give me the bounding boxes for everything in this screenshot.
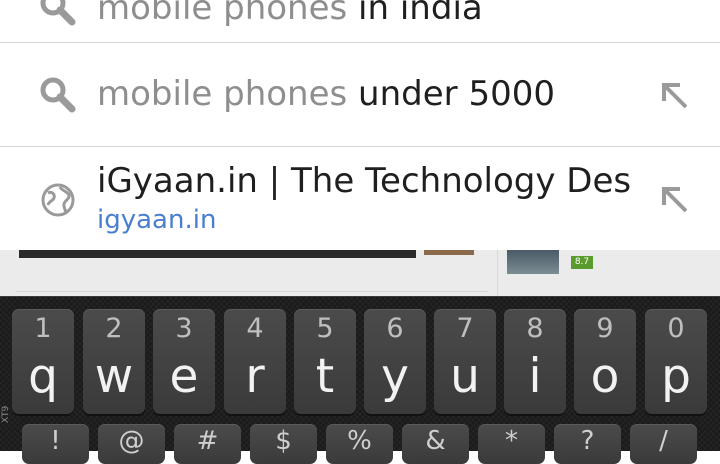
- suggestion-query-suffix: under 5000: [347, 74, 555, 114]
- key-percent[interactable]: %: [326, 424, 393, 464]
- suggestion-row-website[interactable]: iGyaan.in | The Technology Destir igyaan…: [0, 147, 720, 250]
- key-symbol: %: [347, 426, 372, 456]
- key-hash[interactable]: #: [174, 424, 241, 464]
- divider: [497, 250, 498, 296]
- key-symbol: /: [659, 426, 668, 456]
- key-symbol: &: [425, 426, 446, 456]
- key-letter: u: [450, 349, 480, 404]
- key-letter: p: [661, 349, 691, 404]
- key-symbol: @: [118, 426, 145, 456]
- suggestion-query-suffix: in india: [347, 0, 483, 28]
- key-slash[interactable]: /: [630, 424, 697, 464]
- search-icon: [40, 77, 76, 117]
- key-symbol: #: [196, 426, 219, 456]
- page-image: [19, 250, 416, 258]
- rating-badge: 8.7: [571, 256, 593, 269]
- key-dollar[interactable]: $: [250, 424, 317, 464]
- keyboard-mode-label: XT9: [1, 405, 11, 423]
- key-ampersand[interactable]: &: [402, 424, 469, 464]
- key-number: 9: [596, 313, 614, 344]
- insert-query-arrow-icon[interactable]: [658, 79, 692, 117]
- key-at[interactable]: @: [98, 424, 165, 464]
- key-letter: y: [381, 349, 409, 404]
- key-number: 7: [456, 313, 474, 344]
- key-symbol: *: [505, 426, 518, 456]
- key-number: 3: [175, 313, 193, 344]
- key-q[interactable]: 1q: [12, 309, 74, 414]
- key-symbol: !: [50, 426, 61, 456]
- suggestion-query-prefix: mobile phones: [97, 0, 348, 28]
- divider: [16, 291, 488, 292]
- key-symbol: ?: [580, 426, 595, 456]
- key-letter: w: [94, 349, 134, 404]
- key-letter: q: [28, 349, 58, 404]
- key-t[interactable]: 5t: [294, 309, 356, 414]
- key-number: 8: [526, 313, 544, 344]
- key-letter: e: [169, 349, 199, 404]
- suggestion-query-prefix: mobile phones: [97, 74, 348, 114]
- key-letter: t: [315, 349, 335, 404]
- key-number: 0: [667, 313, 685, 344]
- key-number: 4: [246, 313, 264, 344]
- suggestion-row[interactable]: mobile phones in india: [0, 0, 720, 43]
- key-r[interactable]: 4r: [224, 309, 286, 414]
- key-number: 5: [316, 313, 334, 344]
- key-number: 2: [105, 313, 123, 344]
- search-icon: [40, 0, 76, 30]
- suggestion-title: iGyaan.in | The Technology Destir: [97, 161, 632, 201]
- suggestion-list: mobile phones in india mobile phones und…: [0, 0, 720, 250]
- suggestion-url: igyaan.in: [97, 205, 217, 235]
- chevron-down-icon[interactable]: [658, 0, 698, 10]
- page-thumbnail: [507, 250, 559, 274]
- key-number: 1: [34, 313, 52, 344]
- key-letter: i: [528, 349, 542, 404]
- keyboard: 1q 2w 3e 4r 5t 6y 7u 8i 9o 0p ! @ # $ % …: [0, 296, 720, 464]
- key-asterisk[interactable]: *: [478, 424, 545, 464]
- key-o[interactable]: 9o: [574, 309, 636, 414]
- key-symbol: $: [275, 426, 292, 456]
- insert-query-arrow-icon[interactable]: [658, 183, 692, 221]
- key-question[interactable]: ?: [554, 424, 621, 464]
- key-p[interactable]: 0p: [645, 309, 707, 414]
- key-number: 6: [386, 313, 404, 344]
- key-i[interactable]: 8i: [504, 309, 566, 414]
- key-letter: r: [245, 349, 265, 404]
- key-letter: o: [590, 349, 620, 404]
- globe-icon: [40, 182, 76, 222]
- key-y[interactable]: 6y: [364, 309, 426, 414]
- suggestion-row[interactable]: mobile phones under 5000: [0, 43, 720, 147]
- key-w[interactable]: 2w: [83, 309, 145, 414]
- key-e[interactable]: 3e: [153, 309, 215, 414]
- page-image: [424, 250, 474, 255]
- key-exclamation[interactable]: !: [22, 424, 89, 464]
- background-webpage: 8.7: [0, 250, 720, 296]
- key-u[interactable]: 7u: [434, 309, 496, 414]
